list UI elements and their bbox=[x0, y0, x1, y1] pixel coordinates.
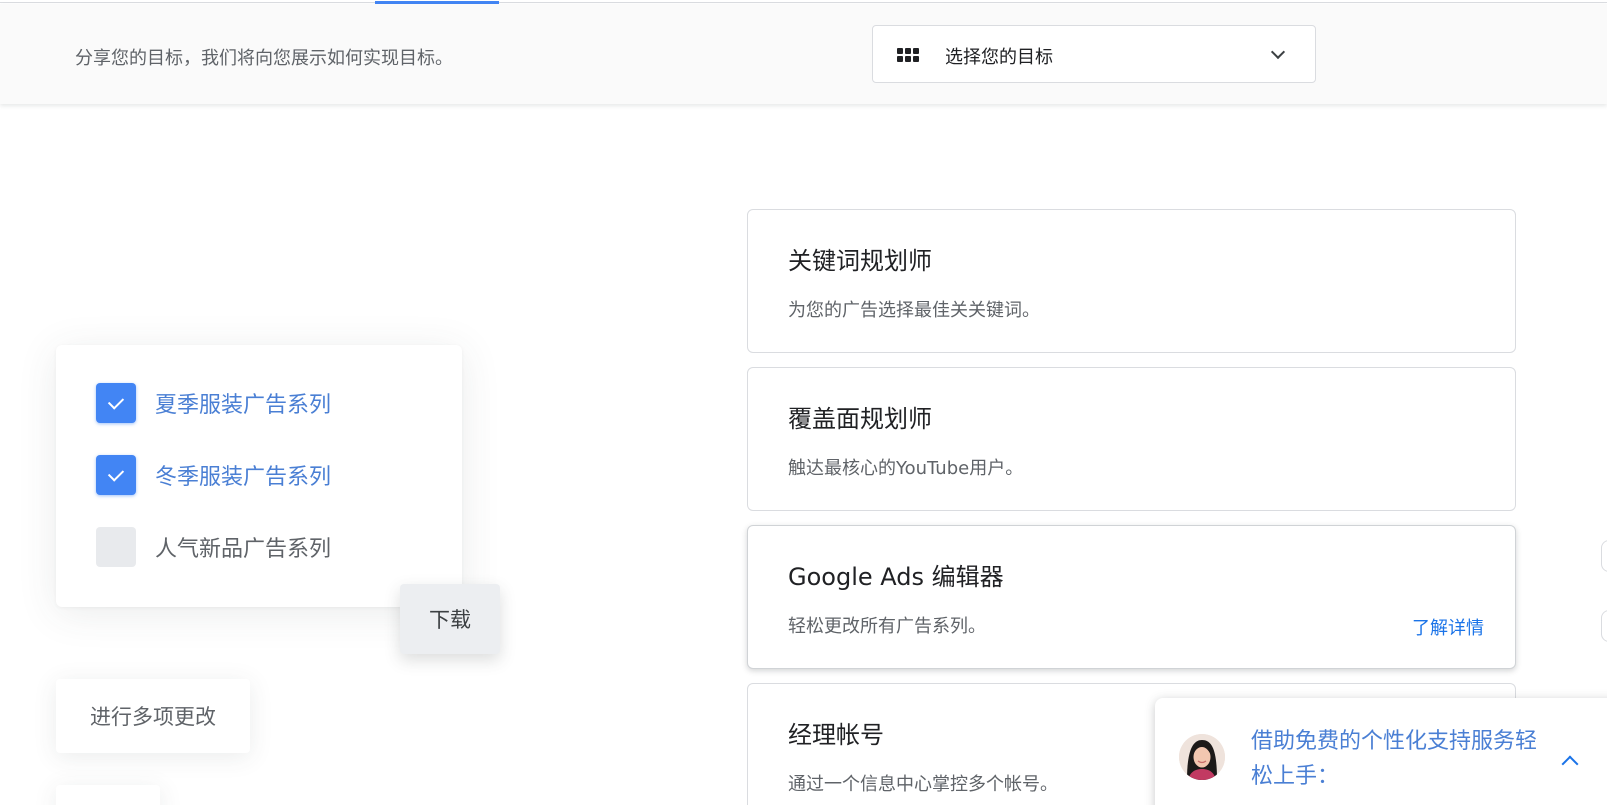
avatar-portrait-icon bbox=[1179, 734, 1225, 780]
tool-card-reach-planner[interactable]: 覆盖面规划师 触达最核心的YouTube用户。 bbox=[747, 367, 1516, 511]
tool-description: 通过一个信息中心掌控多个帐号。 bbox=[788, 774, 1058, 795]
chevron-down-icon bbox=[1270, 44, 1286, 60]
campaign-label: 夏季服装广告系列 bbox=[155, 393, 332, 418]
campaign-item-winter[interactable]: 冬季服装广告系列 bbox=[96, 455, 331, 495]
checkbox-checked[interactable] bbox=[96, 455, 136, 495]
campaign-item-popular[interactable]: 人气新品广告系列 bbox=[96, 527, 331, 567]
support-message: 借助免费的个性化支持服务轻松上手： bbox=[1251, 729, 1538, 789]
campaign-item-summer[interactable]: 夏季服装广告系列 bbox=[96, 383, 331, 423]
goal-select-label: 选择您的目标 bbox=[945, 47, 1053, 68]
page: 分享您的目标，我们将向您展示如何实现目标。 选择您的目标 夏季服装广告系列 冬季… bbox=[0, 0, 1607, 805]
tool-title: 覆盖面规划师 bbox=[788, 405, 932, 433]
tool-title: Google Ads 编辑器 bbox=[788, 563, 1004, 591]
tool-title: 经理帐号 bbox=[788, 721, 884, 749]
campaign-label: 冬季服装广告系列 bbox=[155, 465, 332, 490]
tool-card-ads-editor[interactable]: Google Ads 编辑器 轻松更改所有广告系列。 了解详情 bbox=[747, 525, 1516, 669]
checkbox-unchecked[interactable] bbox=[96, 527, 136, 567]
grid-icon bbox=[897, 48, 919, 62]
campaign-label: 人气新品广告系列 bbox=[155, 537, 332, 562]
campaign-checklist-card: 夏季服装广告系列 冬季服装广告系列 人气新品广告系列 bbox=[56, 345, 462, 607]
partial-tile bbox=[56, 785, 160, 805]
tool-description: 轻松更改所有广告系列。 bbox=[788, 616, 986, 637]
tool-description: 为您的广告选择最佳关关键词。 bbox=[788, 300, 1040, 321]
learn-more-link[interactable]: 了解详情 bbox=[1412, 614, 1484, 640]
checkbox-checked[interactable] bbox=[96, 383, 136, 423]
multi-change-tile: 进行多项更改 bbox=[56, 679, 250, 753]
top-divider bbox=[0, 2, 1607, 3]
tool-card-keyword-planner[interactable]: 关键词规划师 为您的广告选择最佳关关键词。 bbox=[747, 209, 1516, 353]
support-popup[interactable]: 借助免费的个性化支持服务轻松上手： bbox=[1155, 698, 1607, 805]
check-icon bbox=[107, 392, 125, 410]
carousel-edge-handle[interactable] bbox=[1601, 540, 1607, 572]
tool-title: 关键词规划师 bbox=[788, 247, 932, 275]
carousel-edge-handle[interactable] bbox=[1601, 610, 1607, 642]
check-icon bbox=[107, 464, 125, 482]
tool-description: 触达最核心的YouTube用户。 bbox=[788, 458, 1024, 479]
download-button[interactable]: 下载 bbox=[400, 584, 500, 654]
goal-prompt-text: 分享您的目标，我们将向您展示如何实现目标。 bbox=[75, 48, 453, 69]
chevron-up-icon[interactable] bbox=[1561, 755, 1579, 773]
goal-bar: 分享您的目标，我们将向您展示如何实现目标。 选择您的目标 bbox=[0, 4, 1607, 104]
goal-select-dropdown[interactable]: 选择您的目标 bbox=[872, 25, 1316, 83]
support-agent-avatar bbox=[1179, 734, 1225, 780]
